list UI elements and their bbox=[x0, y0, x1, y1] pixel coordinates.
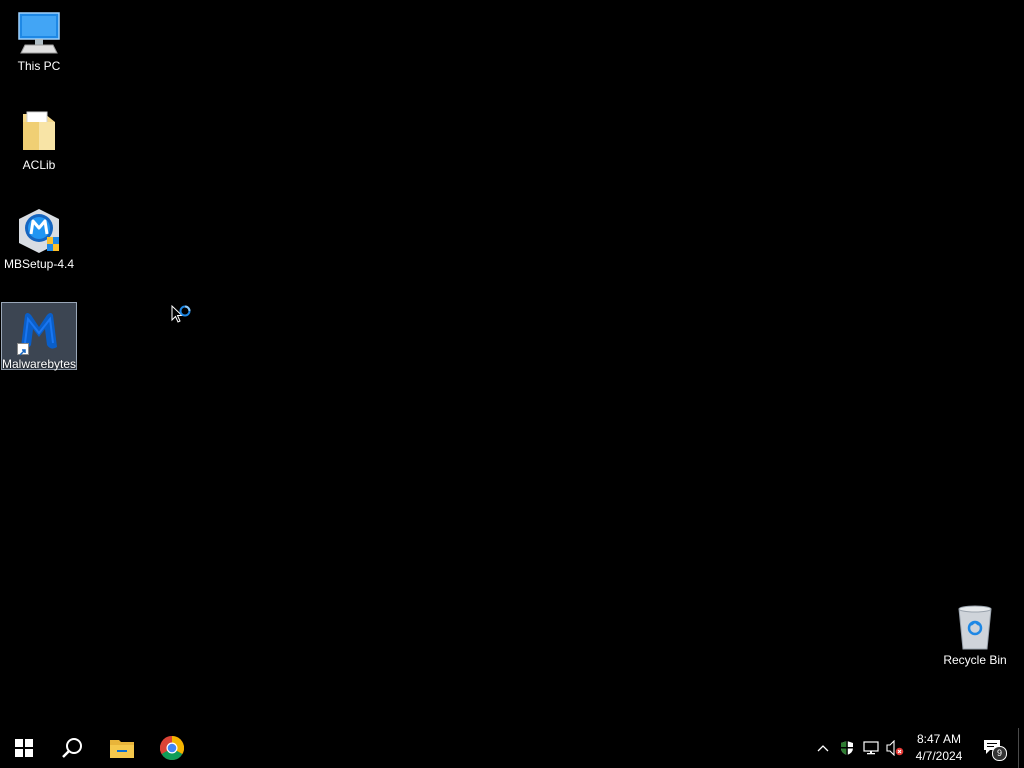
desktop-icon-label: Recycle Bin bbox=[943, 653, 1007, 667]
installer-icon bbox=[15, 207, 63, 255]
recycle-bin-icon bbox=[951, 603, 999, 651]
security-shield-icon bbox=[841, 741, 853, 755]
busy-cursor-icon bbox=[170, 304, 196, 330]
notification-count-badge: 9 bbox=[992, 746, 1007, 761]
chrome-icon bbox=[160, 736, 184, 760]
clock-time: 8:47 AM bbox=[916, 732, 962, 746]
desktop-icon-label: ACLib bbox=[22, 158, 56, 172]
chevron-up-icon bbox=[817, 745, 829, 752]
start-button[interactable] bbox=[0, 728, 48, 768]
desktop-icon-this-pc[interactable]: This PC bbox=[1, 5, 77, 73]
desktop[interactable]: This PC ACLib MBSetup-4.4 Malwarebytes R… bbox=[0, 0, 1024, 728]
volume-tray-button[interactable] bbox=[884, 728, 906, 768]
desktop-icon-malwarebytes[interactable]: Malwarebytes bbox=[1, 302, 77, 371]
network-icon bbox=[863, 741, 879, 755]
windows-logo-icon bbox=[15, 739, 33, 757]
security-tray-button[interactable] bbox=[836, 728, 858, 768]
this-pc-icon bbox=[15, 9, 63, 57]
shortcut-arrow-icon bbox=[17, 343, 29, 356]
search-icon bbox=[62, 738, 82, 758]
taskbar: 8:47 AM 4/7/2024 9 bbox=[0, 728, 1024, 768]
show-desktop-button[interactable] bbox=[1018, 728, 1024, 768]
desktop-icon-label: MBSetup-4.4 bbox=[3, 257, 75, 271]
network-tray-button[interactable] bbox=[860, 728, 882, 768]
desktop-icon-mbsetup[interactable]: MBSetup-4.4 bbox=[1, 203, 77, 271]
desktop-icon-label: Malwarebytes bbox=[1, 357, 77, 371]
desktop-icon-recycle-bin[interactable]: Recycle Bin bbox=[937, 599, 1013, 667]
action-center-button[interactable]: 9 bbox=[978, 728, 1008, 768]
desktop-icon-aclib[interactable]: ACLib bbox=[1, 104, 77, 172]
clock[interactable]: 8:47 AM 4/7/2024 bbox=[906, 728, 972, 768]
volume-muted-icon bbox=[886, 740, 904, 756]
folder-icon bbox=[15, 108, 63, 156]
show-hidden-icons-button[interactable] bbox=[812, 728, 834, 768]
folder-icon bbox=[110, 740, 134, 758]
malwarebytes-icon bbox=[15, 307, 63, 356]
file-explorer-button[interactable] bbox=[98, 728, 146, 768]
chrome-button[interactable] bbox=[148, 728, 196, 768]
clock-date: 4/7/2024 bbox=[915, 749, 963, 763]
desktop-icon-label: This PC bbox=[17, 59, 61, 73]
search-button[interactable] bbox=[48, 728, 96, 768]
